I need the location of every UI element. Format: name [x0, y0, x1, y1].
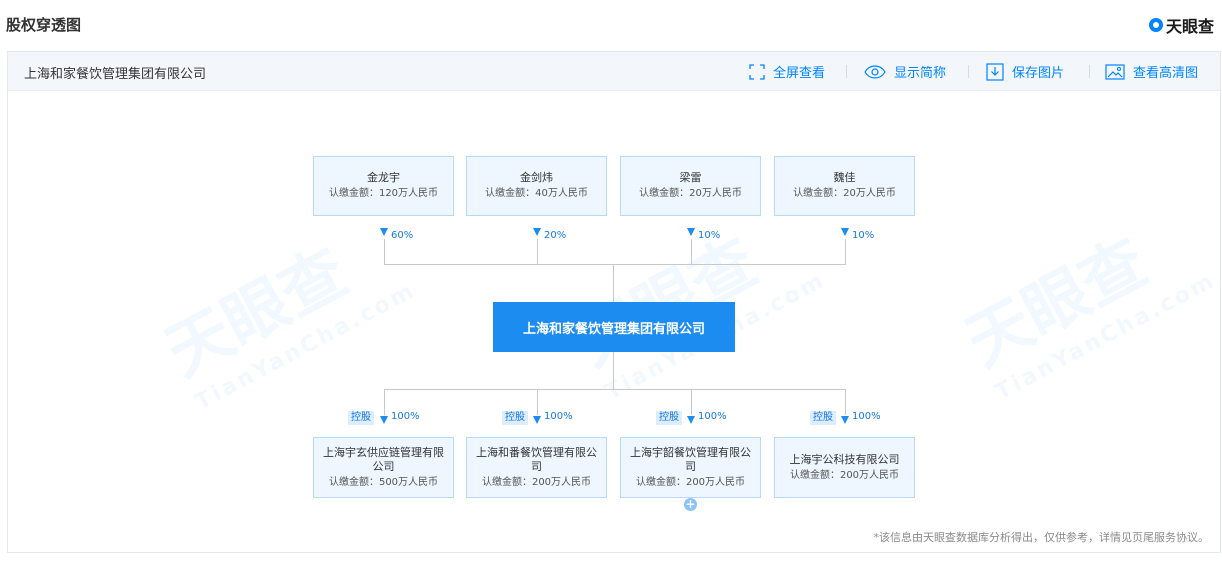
connector-line	[613, 264, 614, 302]
hd-image-label: 查看高清图	[1133, 66, 1199, 81]
holding-tag: 控股	[810, 411, 836, 425]
subsidiary-name: 上海宇韶餐饮管理有限公司	[630, 445, 751, 473]
connector-line	[845, 389, 846, 415]
fullscreen-label: 全屏查看	[773, 66, 826, 81]
subsidiary-name: 上海宇公科技有限公司	[789, 452, 900, 466]
holding-tag: 控股	[502, 411, 528, 425]
connector-line	[845, 239, 846, 264]
holding-percent: 100%	[391, 411, 420, 422]
shareholder-amount: 认缴金额：40万人民币	[485, 188, 588, 199]
arrow-down-icon	[380, 228, 388, 236]
subsidiary-amount: 认缴金额：500万人民币	[328, 476, 439, 488]
holding-tag: 控股	[348, 411, 374, 425]
simplify-label: 显示简称	[894, 66, 947, 81]
arrow-down-icon	[380, 416, 388, 424]
image-icon	[1105, 63, 1125, 80]
connector-line	[384, 389, 846, 390]
subsidiary-content: 上海和番餐饮管理有限公司 认缴金额：200万人民币	[467, 446, 606, 490]
arrow-down-icon	[687, 228, 695, 236]
arrow-down-icon	[533, 416, 541, 424]
expand-plus-icon[interactable]: +	[684, 498, 697, 511]
hd-image-button[interactable]: 查看高清图	[1105, 62, 1198, 81]
connector-line	[537, 239, 538, 264]
subsidiary-amount: 认缴金额：200万人民币	[635, 476, 746, 488]
disclaimer-footnote: *该信息由天眼查数据库分析得出，仅供参考，详情见页尾服务协议。	[873, 531, 1210, 544]
watermark: TianYanCha.com	[191, 277, 421, 416]
eye-icon	[864, 64, 886, 79]
shareholding-percent: 10%	[852, 230, 875, 241]
tianyancha-logo-icon	[1148, 18, 1163, 32]
subsidiary-node[interactable]: 上海宇公科技有限公司 认缴金额：200万人民币	[774, 437, 915, 498]
shareholder-amount: 认缴金额：120万人民币	[328, 188, 439, 199]
watermark: 天眼查	[558, 212, 771, 383]
arrow-down-icon	[687, 416, 695, 424]
toolbar-company-name: 上海和家餐饮管理集团有限公司	[24, 67, 207, 82]
simplify-button[interactable]: 显示简称	[864, 62, 946, 81]
subsidiary-name: 上海和番餐饮管理有限公司	[476, 445, 597, 473]
connector-line	[384, 264, 846, 265]
connector-line	[691, 389, 692, 415]
toolbar-divider	[968, 65, 969, 78]
connector-line	[384, 389, 385, 415]
subsidiary-node[interactable]: 上海宇玄供应链管理有限公司 认缴金额：500万人民币	[313, 437, 454, 498]
shareholder-node[interactable]: 梁雷 认缴金额：20万人民币	[620, 156, 761, 216]
fullscreen-icon	[749, 63, 765, 80]
save-image-label: 保存图片	[1012, 66, 1065, 81]
subsidiary-content: 上海宇玄供应链管理有限公司 认缴金额：500万人民币	[314, 446, 453, 490]
subsidiary-node[interactable]: 上海宇韶餐饮管理有限公司 认缴金额：200万人民币	[620, 437, 761, 498]
watermark: 天眼查	[154, 235, 359, 392]
shareholder-node[interactable]: 魏佳 认缴金额：20万人民币	[774, 156, 915, 216]
connector-line	[384, 239, 385, 264]
toolbar-divider	[846, 65, 847, 78]
subsidiary-node[interactable]: 上海和番餐饮管理有限公司 认缴金额：200万人民币	[466, 437, 607, 498]
subsidiary-amount: 认缴金额：200万人民币	[481, 476, 592, 488]
toolbar: 上海和家餐饮管理集团有限公司 全屏查看 显示简称 保存图片 查看高清图	[8, 52, 1220, 91]
center-company-node[interactable]: 上海和家餐饮管理集团有限公司	[493, 302, 735, 352]
shareholding-percent: 10%	[698, 230, 721, 241]
holding-percent: 100%	[852, 411, 881, 422]
brand-name: 天眼查	[1165, 17, 1214, 36]
shareholding-percent: 20%	[544, 230, 567, 241]
watermark: 天眼查	[954, 225, 1159, 382]
connector-line	[537, 389, 538, 415]
arrow-down-icon	[841, 416, 849, 424]
shareholder-node[interactable]: 金龙宇 认缴金额：120万人民币	[313, 156, 454, 216]
download-icon	[986, 62, 1004, 81]
save-image-button[interactable]: 保存图片	[986, 62, 1064, 81]
shareholder-amount: 认缴金额：20万人民币	[639, 188, 742, 199]
connector-line	[613, 352, 614, 389]
holding-percent: 100%	[544, 411, 573, 422]
toolbar-divider	[1089, 65, 1090, 78]
shareholding-percent: 60%	[391, 230, 414, 241]
shareholder-node[interactable]: 金剑炜 认缴金额：40万人民币	[466, 156, 607, 216]
arrow-down-icon	[841, 228, 849, 236]
page-title: 股权穿透图	[6, 16, 82, 34]
holding-tag: 控股	[656, 411, 682, 425]
shareholder-name: 金剑炜	[520, 171, 553, 184]
shareholder-name: 魏佳	[833, 171, 856, 184]
subsidiary-name: 上海宇玄供应链管理有限公司	[323, 445, 444, 473]
shareholder-amount: 认缴金额：20万人民币	[793, 188, 896, 199]
connector-line	[691, 239, 692, 264]
subsidiary-content: 上海宇韶餐饮管理有限公司 认缴金额：200万人民币	[621, 446, 760, 490]
arrow-down-icon	[533, 228, 541, 236]
brand-logo[interactable]: 天眼查	[1148, 13, 1214, 37]
watermark: TianYanCha.com	[991, 267, 1221, 406]
shareholder-name: 金龙宇	[367, 171, 400, 184]
holding-percent: 100%	[698, 411, 727, 422]
shareholder-name: 梁雷	[679, 171, 702, 184]
fullscreen-button[interactable]: 全屏查看	[749, 62, 825, 81]
subsidiary-content: 上海宇公科技有限公司 认缴金额：200万人民币	[775, 453, 914, 483]
subsidiary-amount: 认缴金额：200万人民币	[789, 469, 900, 481]
